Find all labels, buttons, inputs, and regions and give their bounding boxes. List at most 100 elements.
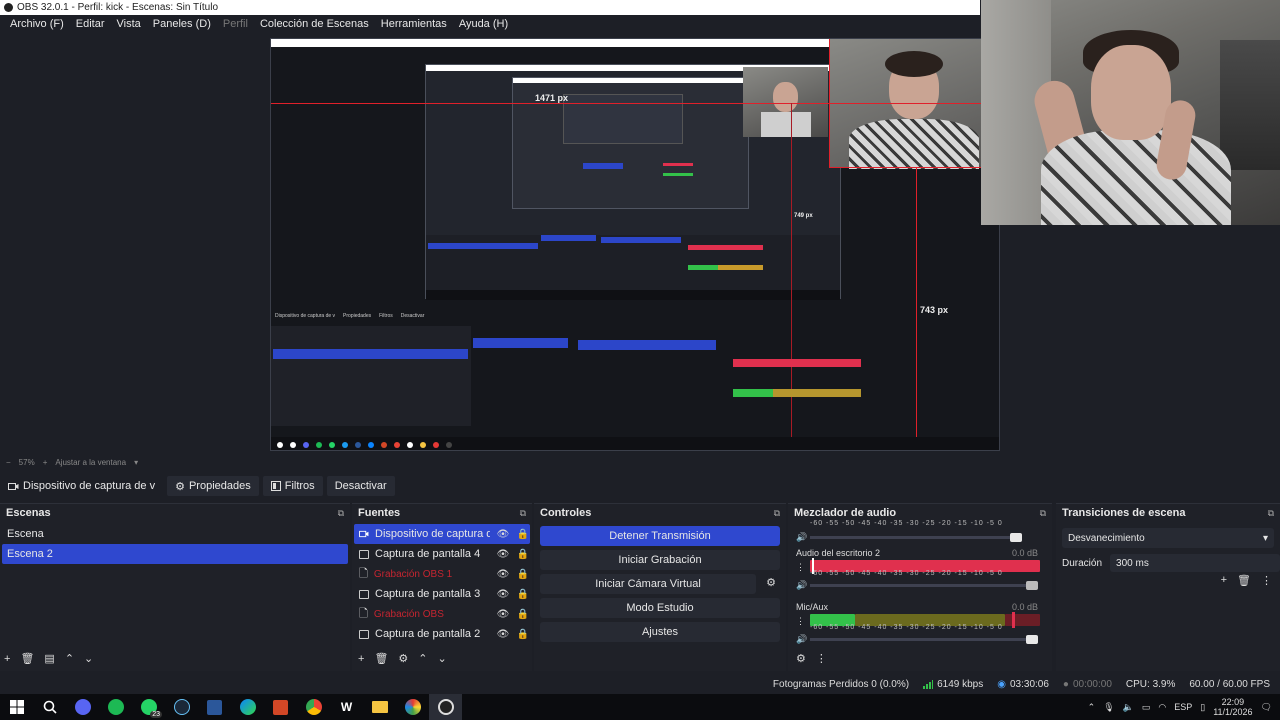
trash-icon[interactable]: 🗑 <box>20 652 34 665</box>
lock-icon[interactable]: 🔒 <box>516 529 530 540</box>
menu-profile[interactable]: Perfil <box>217 18 254 30</box>
channel-menu-icon[interactable]: ⋮ <box>796 616 805 627</box>
properties-button[interactable]: ⚙ Propiedades <box>167 476 259 496</box>
trash-icon[interactable]: 🗑 <box>374 652 388 665</box>
eye-icon[interactable]: 👁 <box>496 629 510 640</box>
undock-icon[interactable]: ⧉ <box>338 508 344 519</box>
source-item-screen-2[interactable]: Captura de pantalla 2 👁 🔒 <box>354 624 530 644</box>
chrome-icon[interactable] <box>297 694 330 720</box>
scene-item-escena[interactable]: Escena <box>2 524 348 544</box>
eye-icon[interactable]: 👁 <box>496 529 510 540</box>
filters-button[interactable]: Filtros <box>262 476 323 496</box>
eye-icon[interactable]: 👁 <box>496 589 510 600</box>
zoom-dropdown-icon[interactable]: ▾ <box>134 458 138 467</box>
source-item-video-capture[interactable]: Dispositivo de captura de vide 👁 🔒 <box>354 524 530 544</box>
scene-item-escena-2[interactable]: Escena 2 <box>2 544 348 564</box>
menu-tools[interactable]: Herramientas <box>375 18 453 30</box>
menu-edit[interactable]: Editar <box>70 18 111 30</box>
channel-name: Audio del escritorio 2 <box>796 548 881 558</box>
edge-icon[interactable] <box>231 694 264 720</box>
powerpoint-icon[interactable] <box>264 694 297 720</box>
gear-icon[interactable]: ⚙ <box>398 652 408 665</box>
volume-slider[interactable] <box>810 635 1038 644</box>
undock-icon[interactable]: ⧉ <box>1040 508 1046 519</box>
eye-icon[interactable]: 👁 <box>496 549 510 560</box>
windows-start-icon[interactable] <box>0 694 33 720</box>
volume-icon[interactable]: 🔈 <box>1123 702 1134 713</box>
stop-stream-button[interactable]: Detener Transmisión <box>540 526 780 546</box>
eye-icon[interactable]: 👁 <box>496 609 510 620</box>
undock-icon[interactable]: ⧉ <box>774 508 780 519</box>
notifications-icon[interactable]: 🗨 <box>1261 702 1272 713</box>
add-scene-icon[interactable]: + <box>4 653 10 665</box>
dropped-frames: Fotogramas Perdidos 0 (0.0%) <box>772 679 910 690</box>
channel-menu-icon[interactable]: ⋮ <box>796 562 805 573</box>
clock[interactable]: 22:09 11/1/2026 <box>1213 697 1252 717</box>
preview-canvas[interactable]: 1471 px 749 px 743 px Dispositivo de cap… <box>270 38 1000 451</box>
volume-slider[interactable] <box>810 581 1038 590</box>
speaker-icon[interactable]: 🔊 <box>796 532 807 543</box>
spotify-icon[interactable] <box>99 694 132 720</box>
lock-icon[interactable]: 🔒 <box>516 609 530 620</box>
lock-icon[interactable]: 🔒 <box>516 589 530 600</box>
trash-icon[interactable]: 🗑 <box>1237 574 1251 587</box>
scene-filter-icon[interactable]: ▤ <box>44 652 54 665</box>
menu-docks[interactable]: Paneles (D) <box>147 18 217 30</box>
tray-chevron-up-icon[interactable]: ⌃ <box>1088 702 1096 713</box>
studio-mode-button[interactable]: Modo Estudio <box>540 598 780 618</box>
network-icon[interactable]: ▭ <box>1142 702 1151 713</box>
audio-meter-mic-red <box>1005 614 1040 626</box>
paint-icon[interactable] <box>396 694 429 720</box>
undock-icon[interactable]: ⧉ <box>1268 508 1274 519</box>
menu-view[interactable]: Vista <box>111 18 147 30</box>
zoom-in-icon[interactable]: + <box>43 458 48 467</box>
source-item-screen-4[interactable]: Captura de pantalla 4 👁 🔒 <box>354 544 530 564</box>
move-down-icon[interactable]: ⌄ <box>84 652 93 665</box>
microphone-icon[interactable]: 🎙 <box>1103 702 1114 713</box>
file-icon: 🗋 <box>359 567 368 580</box>
virtual-cam-settings-icon[interactable]: ⚙ <box>766 576 776 589</box>
obs-icon[interactable] <box>429 694 462 720</box>
transition-menu-icon[interactable]: ⋮ <box>1261 574 1272 587</box>
battery-icon[interactable]: ▯ <box>1200 702 1205 713</box>
speaker-icon[interactable]: 🔊 <box>796 634 807 645</box>
zoom-fit-label[interactable]: Ajustar a la ventana <box>55 458 126 467</box>
speaker-icon[interactable]: 🔊 <box>796 580 807 591</box>
discord-icon[interactable] <box>66 694 99 720</box>
deactivate-button[interactable]: Desactivar <box>326 476 395 496</box>
monitor-icon <box>359 589 369 599</box>
move-up-icon[interactable]: ⌃ <box>418 652 427 665</box>
source-item-recording-1[interactable]: 🗋 Grabación OBS 1 👁 🔒 <box>354 564 530 584</box>
menu-help[interactable]: Ayuda (H) <box>453 18 514 30</box>
language-indicator[interactable]: ESP <box>1174 702 1192 712</box>
mixer-settings-icon[interactable]: ⚙ <box>796 652 806 665</box>
source-item-screen-3[interactable]: Captura de pantalla 3 👁 🔒 <box>354 584 530 604</box>
duration-input[interactable]: 300 ms <box>1110 554 1280 572</box>
wifi-icon[interactable]: ◠ <box>1158 702 1166 713</box>
steam-icon[interactable] <box>165 694 198 720</box>
start-virtual-cam-button[interactable]: Iniciar Cámara Virtual <box>540 574 756 594</box>
zoom-out-icon[interactable]: − <box>6 458 11 467</box>
word-icon[interactable] <box>198 694 231 720</box>
lock-icon[interactable]: 🔒 <box>516 569 530 580</box>
add-transition-icon[interactable]: + <box>1221 574 1227 587</box>
whatsapp-icon[interactable]: 23 <box>132 694 165 720</box>
wattpad-icon[interactable]: W <box>330 694 363 720</box>
transition-select[interactable]: Desvanecimiento ▾ <box>1062 528 1274 548</box>
search-icon[interactable] <box>33 694 66 720</box>
volume-slider[interactable] <box>810 533 1022 542</box>
folder-icon[interactable] <box>363 694 396 720</box>
settings-button[interactable]: Ajustes <box>540 622 780 642</box>
lock-icon[interactable]: 🔒 <box>516 549 530 560</box>
eye-icon[interactable]: 👁 <box>496 569 510 580</box>
menu-scene-collection[interactable]: Colección de Escenas <box>254 18 375 30</box>
lock-icon[interactable]: 🔒 <box>516 629 530 640</box>
start-recording-button[interactable]: Iniciar Grabación <box>540 550 780 570</box>
add-source-icon[interactable]: + <box>358 653 364 665</box>
mixer-menu-icon[interactable]: ⋮ <box>816 652 827 665</box>
move-down-icon[interactable]: ⌄ <box>438 652 447 665</box>
move-up-icon[interactable]: ⌃ <box>65 652 74 665</box>
menu-file[interactable]: Archivo (F) <box>4 18 70 30</box>
undock-icon[interactable]: ⧉ <box>520 508 526 519</box>
source-item-recording[interactable]: 🗋 Grabación OBS 👁 🔒 <box>354 604 530 624</box>
